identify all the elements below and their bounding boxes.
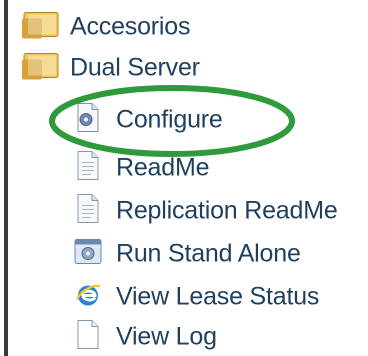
- menu-item-view-lease-status[interactable]: View Lease Status: [72, 275, 342, 319]
- menu-item-run-stand-alone[interactable]: Run Stand Alone: [72, 232, 342, 276]
- config-file-icon: [72, 100, 104, 141]
- menu-item-readme[interactable]: ReadMe: [72, 146, 292, 190]
- blank-document-icon: [72, 317, 104, 356]
- folder-icon: [20, 50, 62, 87]
- menu-item-replication-readme[interactable]: Replication ReadMe: [72, 189, 362, 233]
- menu-item-dual-server[interactable]: Dual Server: [20, 46, 340, 90]
- menu-item-label: Accesorios: [70, 12, 191, 41]
- menu-item-label: Dual Server: [70, 53, 200, 82]
- menu-item-label: Configure: [116, 105, 223, 134]
- menu-item-label: View Lease Status: [116, 282, 320, 311]
- menu-item-label: Replication ReadMe: [116, 196, 338, 225]
- internet-explorer-icon: [72, 277, 104, 318]
- text-document-icon: [72, 191, 104, 232]
- menu-item-view-log[interactable]: View Log: [72, 315, 292, 356]
- menu-item-label: View Log: [116, 322, 217, 351]
- tree-guide-line: [4, 0, 8, 356]
- text-document-icon: [72, 148, 104, 189]
- menu-item-configure[interactable]: Configure: [72, 98, 292, 142]
- menu-item-accesorios[interactable]: Accesorios: [20, 5, 340, 49]
- menu-item-label: ReadMe: [116, 153, 210, 182]
- menu-item-label: Run Stand Alone: [116, 239, 301, 268]
- folder-icon: [20, 9, 62, 46]
- application-icon: [72, 234, 104, 275]
